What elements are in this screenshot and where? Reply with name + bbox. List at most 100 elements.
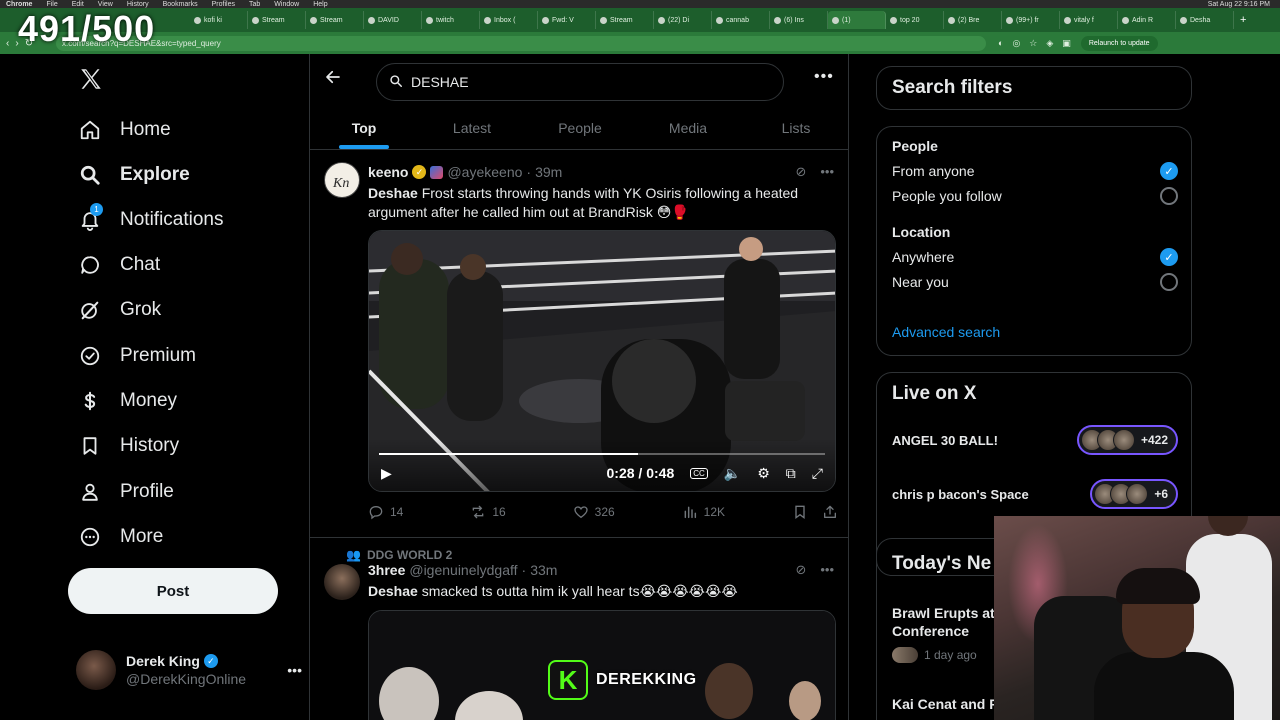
avatar[interactable]: Kn [324, 162, 360, 198]
browser-tab[interactable]: vitaly f [1060, 11, 1118, 29]
nav-grok[interactable]: Grok [78, 290, 161, 330]
share-icon[interactable] [822, 504, 838, 520]
browser-tab[interactable]: kofi ki [190, 11, 248, 29]
x-logo-icon[interactable] [78, 66, 104, 92]
more-horizontal-icon[interactable]: ••• [287, 662, 302, 678]
tweet-author-name[interactable]: keeno [368, 164, 408, 180]
tweet-time[interactable]: 39m [535, 164, 562, 180]
radio-checked-icon[interactable]: ✓ [1160, 162, 1178, 180]
search-input-wrapper[interactable] [376, 63, 784, 101]
browser-tab[interactable]: (99+) fr [1002, 11, 1060, 29]
menu-tab[interactable]: Tab [249, 1, 260, 8]
nav-explore[interactable]: Explore [78, 155, 190, 195]
tweet-handle[interactable]: @igenuinelydgaff [409, 562, 517, 578]
tweet-video[interactable]: ▶ 0:28 / 0:48 CC 🔈 ⚙ ⧉ ⤢ [368, 230, 836, 492]
space-listeners-pill[interactable]: +422 [1076, 425, 1178, 455]
live-space-item[interactable]: chris p bacon's Space +6 [892, 479, 1178, 509]
menu-history[interactable]: History [127, 1, 149, 8]
browser-tab[interactable]: cannab [712, 11, 770, 29]
more-horizontal-icon[interactable]: ••• [814, 68, 834, 86]
radio-checked-icon[interactable]: ✓ [1160, 248, 1178, 266]
captions-icon[interactable]: CC [690, 467, 708, 479]
browser-tab[interactable]: Stream [596, 11, 654, 29]
repost-button[interactable]: 16 [470, 504, 506, 520]
browser-tab[interactable]: Inbox ( [480, 11, 538, 29]
menu-profiles[interactable]: Profiles [212, 1, 235, 8]
browser-tab[interactable]: top 20 [886, 11, 944, 29]
live-space-item[interactable]: ANGEL 30 BALL! +422 [892, 425, 1178, 455]
browser-tab[interactable]: Desha [1176, 11, 1234, 29]
settings-gear-icon[interactable]: ⚙ [757, 465, 770, 482]
relaunch-button[interactable]: Relaunch to update [1080, 35, 1158, 51]
tab-media[interactable]: Media [634, 106, 742, 149]
browser-tab[interactable]: Fwd: V [538, 11, 596, 29]
fullscreen-icon[interactable]: ⤢ [812, 465, 823, 482]
browser-tab[interactable]: Stream [306, 11, 364, 29]
nav-more[interactable]: More [78, 517, 163, 557]
nav-home[interactable]: Home [78, 110, 171, 150]
nav-notifications[interactable]: 1 Notifications [78, 200, 224, 240]
browser-tab[interactable]: DAVID [364, 11, 422, 29]
news-item-title[interactable]: Kai Cenat and R [892, 695, 999, 713]
back-icon[interactable]: ‹ [6, 38, 9, 49]
menu-view[interactable]: View [98, 1, 113, 8]
pip-icon[interactable]: ⧉ [786, 465, 796, 482]
play-icon[interactable]: ▶ [381, 465, 392, 482]
menu-window[interactable]: Window [274, 1, 299, 8]
like-button[interactable]: 326 [573, 504, 615, 520]
extension-icon[interactable]: ▣ [1062, 38, 1071, 49]
grok-icon[interactable]: ⊘ [795, 562, 806, 578]
browser-tab[interactable]: Adin R [1118, 11, 1176, 29]
browser-tab[interactable]: (1) [828, 11, 886, 29]
radio-unchecked-icon[interactable] [1160, 187, 1178, 205]
filter-people-you-follow[interactable]: People you follow [892, 187, 1178, 205]
tweet-author-name[interactable]: 3hree [368, 562, 405, 578]
space-listeners-pill[interactable]: +6 [1090, 479, 1178, 509]
search-input[interactable] [411, 74, 751, 90]
more-horizontal-icon[interactable]: ••• [820, 562, 834, 578]
menu-chrome[interactable]: Chrome [6, 1, 32, 8]
post-button[interactable]: Post [68, 568, 278, 614]
browser-tab[interactable]: (2) Bre [944, 11, 1002, 29]
address-bar[interactable]: x.com/search?q=DESHAE&src=typed_query [56, 35, 986, 51]
filter-near-you[interactable]: Near you [892, 273, 1178, 291]
bookmark-icon[interactable] [792, 504, 808, 520]
views-button[interactable]: 12K [682, 504, 725, 520]
menu-file[interactable]: File [46, 1, 57, 8]
new-tab-button[interactable]: + [1234, 14, 1252, 26]
extension-icon[interactable]: ◎ [1012, 38, 1020, 49]
volume-icon[interactable]: 🔈 [724, 465, 741, 482]
nav-profile[interactable]: Profile [78, 472, 174, 512]
nav-chat[interactable]: Chat [78, 245, 160, 285]
menu-edit[interactable]: Edit [72, 1, 84, 8]
nav-premium[interactable]: Premium [78, 336, 196, 376]
menu-help[interactable]: Help [313, 1, 327, 8]
tab-people[interactable]: People [526, 106, 634, 149]
nav-history[interactable]: History [78, 426, 179, 466]
reply-button[interactable]: 14 [368, 504, 403, 520]
star-icon[interactable]: ☆ [1029, 38, 1037, 49]
menu-bookmarks[interactable]: Bookmarks [163, 1, 198, 8]
video-progress-bar[interactable] [379, 453, 825, 455]
browser-tab[interactable]: Stream [248, 11, 306, 29]
filter-anywhere[interactable]: Anywhere ✓ [892, 248, 1178, 266]
tweet-handle[interactable]: @ayekeeno [447, 164, 522, 180]
avatar[interactable] [324, 564, 360, 600]
extension-icon[interactable]: ◈ [1046, 38, 1053, 49]
nav-money[interactable]: Money [78, 381, 177, 421]
tab-top[interactable]: Top [310, 106, 418, 149]
tab-latest[interactable]: Latest [418, 106, 526, 149]
browser-tab[interactable]: (6) Ins [770, 11, 828, 29]
radio-unchecked-icon[interactable] [1160, 273, 1178, 291]
more-horizontal-icon[interactable]: ••• [820, 164, 834, 180]
account-switcher[interactable]: Derek King ✓ @DerekKingOnline ••• [76, 646, 302, 694]
back-arrow-icon[interactable] [324, 68, 342, 91]
browser-tab[interactable]: twitch [422, 11, 480, 29]
browser-tab[interactable]: (22) Di [654, 11, 712, 29]
grok-icon[interactable]: ⊘ [795, 164, 806, 180]
advanced-search-link[interactable]: Advanced search [892, 324, 1000, 340]
tab-lists[interactable]: Lists [742, 106, 848, 149]
filter-from-anyone[interactable]: From anyone ✓ [892, 162, 1178, 180]
extension-icon[interactable]: ◐ [998, 38, 1003, 49]
news-item-title[interactable]: Brawl Erupts at Conference [892, 604, 995, 640]
